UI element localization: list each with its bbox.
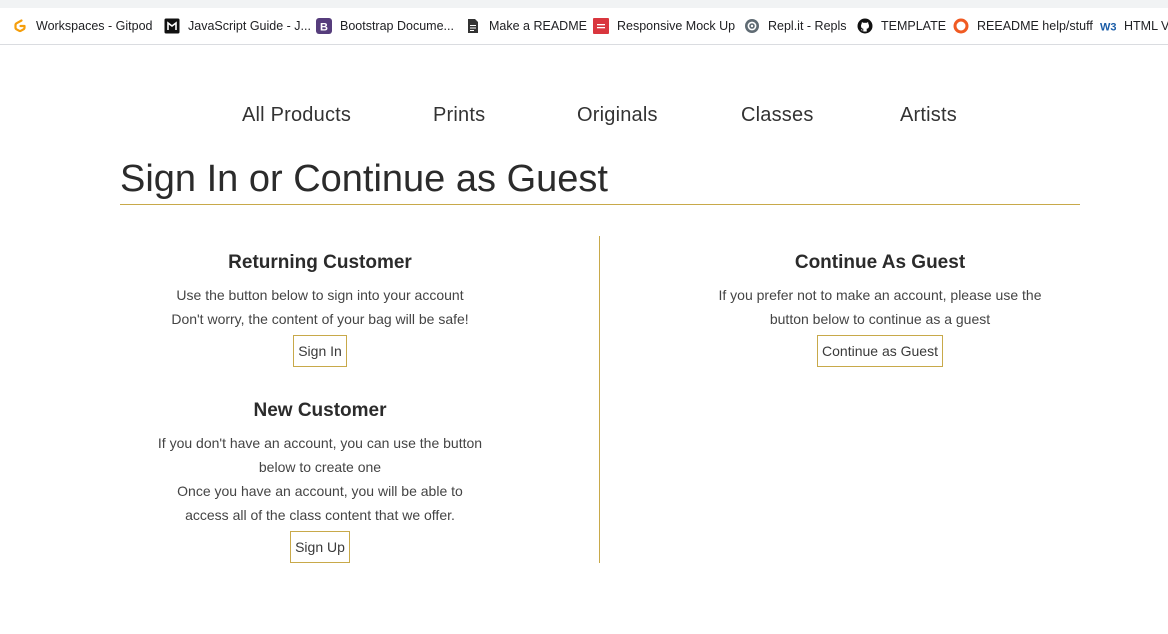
bookmark-label: HTML Va — [1124, 19, 1168, 33]
nav-classes[interactable]: Classes — [741, 104, 814, 127]
bookmark-label: JavaScript Guide - J... — [188, 19, 311, 33]
circle-icon — [953, 18, 969, 34]
bootstrap-icon: B — [316, 18, 332, 34]
returning-customer-heading: Returning Customer — [228, 252, 412, 273]
replit-icon — [744, 18, 760, 34]
document-icon — [465, 18, 481, 34]
mockup-icon — [593, 18, 609, 34]
returning-customer-text: Use the button below to sign into your a… — [176, 287, 464, 303]
nav-originals[interactable]: Originals — [577, 104, 658, 127]
gitpod-icon — [12, 18, 28, 34]
browser-top-strip — [0, 0, 1168, 8]
continue-as-guest-button[interactable]: Continue as Guest — [817, 335, 943, 367]
bookmark-label: REEADME help/stuff — [977, 19, 1093, 33]
bookmark-make-readme[interactable]: Make a README — [465, 8, 587, 44]
github-icon — [857, 18, 873, 34]
sign-in-button[interactable]: Sign In — [293, 335, 347, 367]
returning-customer-text: Don't worry, the content of your bag wil… — [171, 311, 469, 327]
bookmarks-bar: Workspaces - Gitpod JavaScript Guide - J… — [0, 8, 1168, 45]
column-divider — [599, 236, 600, 563]
nav-all-products[interactable]: All Products — [242, 104, 351, 127]
new-customer-text: If you don't have an account, you can us… — [157, 435, 483, 451]
bookmark-responsive-mockup[interactable]: Responsive Mock Up — [593, 8, 735, 44]
bookmark-bootstrap[interactable]: B Bootstrap Docume... — [316, 8, 454, 44]
new-customer-text: Once you have an account, you will be ab… — [177, 483, 463, 499]
bookmark-template[interactable]: TEMPLATE — [857, 8, 946, 44]
mdn-icon — [164, 18, 180, 34]
bookmark-label: Repl.it - Repls — [768, 19, 847, 33]
w3-icon: W3 — [1100, 18, 1116, 34]
bookmark-label: Make a README — [489, 19, 587, 33]
new-customer-text: access all of the class content that we … — [185, 507, 455, 523]
bookmark-label: TEMPLATE — [881, 19, 947, 33]
guest-text: If you prefer not to make an account, pl… — [718, 287, 1042, 303]
bookmark-readme-help[interactable]: REEADME help/stuff — [953, 8, 1093, 44]
title-divider — [120, 204, 1080, 205]
guest-text: button below to continue as a guest — [769, 311, 991, 327]
nav-prints[interactable]: Prints — [433, 104, 485, 127]
page-title: Sign In or Continue as Guest — [120, 158, 608, 200]
svg-text:B: B — [320, 21, 328, 33]
bookmark-replit[interactable]: Repl.it - Repls — [744, 8, 847, 44]
new-customer-text: below to create one — [258, 459, 382, 475]
bookmark-html-validator[interactable]: W3 HTML Va — [1100, 8, 1168, 44]
svg-text:W3: W3 — [1100, 22, 1116, 34]
continue-as-guest-heading: Continue As Guest — [794, 252, 966, 273]
bookmark-label: Responsive Mock Up — [617, 19, 736, 33]
sign-up-button[interactable]: Sign Up — [290, 531, 350, 563]
bookmark-javascript-guide[interactable]: JavaScript Guide - J... — [164, 8, 311, 44]
new-customer-heading: New Customer — [253, 400, 387, 421]
nav-artists[interactable]: Artists — [900, 104, 957, 127]
bookmark-label: Bootstrap Docume... — [340, 19, 454, 33]
bookmark-gitpod[interactable]: Workspaces - Gitpod — [12, 8, 152, 44]
bookmark-label: Workspaces - Gitpod — [36, 19, 153, 33]
